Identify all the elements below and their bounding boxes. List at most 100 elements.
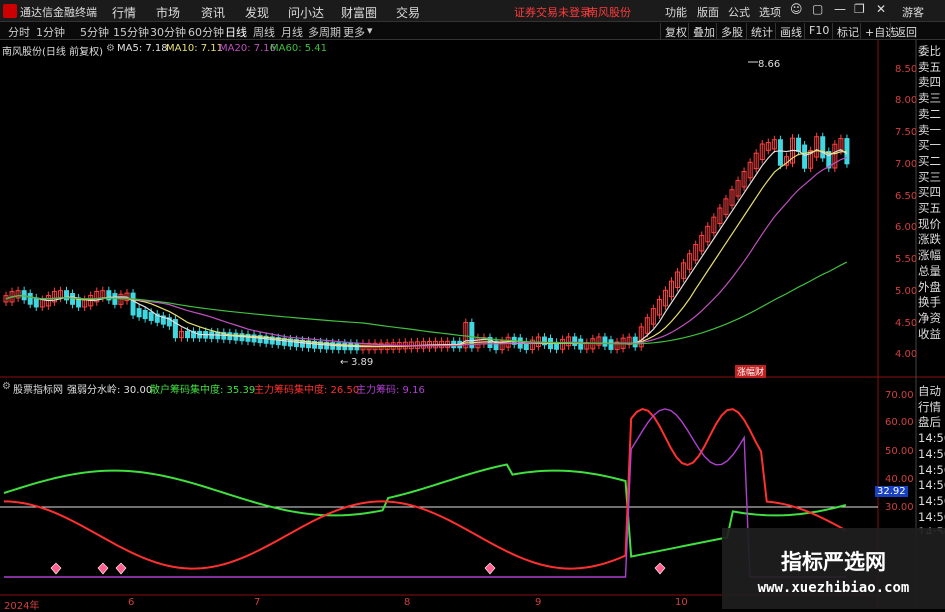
tick-row[interactable]: 14:50 — [918, 478, 945, 494]
signal-diamond-icon — [97, 562, 109, 575]
stats-button[interactable]: 统计 — [746, 23, 777, 39]
menu-jiaoyi[interactable]: 交易 — [396, 4, 420, 21]
more-dropdown-icon[interactable]: ▾ — [367, 24, 373, 37]
quote-row[interactable]: 买五 — [918, 201, 945, 217]
quote-row[interactable]: 买一 — [918, 138, 945, 154]
quote-row[interactable]: 涨幅 — [918, 248, 945, 264]
period-daily[interactable]: 日线 — [225, 24, 247, 40]
candle-body — [796, 137, 802, 152]
back-button[interactable]: 返回 — [890, 23, 921, 39]
menu-gongshi[interactable]: 公式 — [728, 4, 750, 20]
date-label: 9 — [535, 597, 542, 608]
quote-row[interactable]: 卖四 — [918, 75, 945, 91]
fullscreen-icon[interactable]: ▢ — [812, 2, 823, 16]
quote-row[interactable]: 净资 — [918, 311, 945, 327]
f10-button[interactable]: F10 — [804, 23, 833, 39]
period-monthly[interactable]: 月线 — [281, 24, 303, 40]
cursor-value-label: 32.92 — [875, 486, 908, 497]
tick-row[interactable]: 14:50 — [918, 431, 945, 447]
tick-row[interactable]: 盘后 — [918, 415, 945, 431]
quote-row[interactable]: 总量 — [918, 264, 945, 280]
quote-row[interactable]: 卖五 — [918, 60, 945, 76]
quote-row[interactable]: 换手 — [918, 295, 945, 311]
high-price-label: 8.66 — [758, 59, 781, 70]
indicator-tick: 30.00 — [885, 502, 914, 513]
quote-row[interactable]: 外盘 — [918, 280, 945, 296]
menu-zixun[interactable]: 资讯 — [201, 4, 225, 21]
quote-row[interactable]: 卖三 — [918, 91, 945, 107]
period-weekly[interactable]: 周线 — [253, 24, 275, 40]
chart-canvas[interactable] — [0, 40, 945, 609]
tick-row[interactable]: 行情 — [918, 400, 945, 416]
tick-row[interactable]: 14:50 — [918, 494, 945, 510]
indicator-tick: 60.00 — [885, 417, 914, 428]
tick-row[interactable]: 14:50 — [918, 447, 945, 463]
period-5min[interactable]: 5分钟 — [80, 24, 109, 40]
minimize-icon[interactable]: — — [834, 2, 846, 16]
candle-body — [239, 333, 245, 342]
menu-banmian[interactable]: 版面 — [697, 4, 719, 20]
restore-icon[interactable]: ❐ — [854, 2, 865, 16]
menu-wenxiaoda[interactable]: 问小达 — [288, 4, 324, 21]
period-1min[interactable]: 1分钟 — [36, 24, 65, 40]
candle-body — [33, 297, 39, 308]
title-bar: 通达信金融终端 行情 市场 资讯 发现 问小达 财富圈 交易 证券交易未登录 南… — [0, 0, 945, 22]
indicator-main-label: 主力筹码集中度: 26.50 — [254, 385, 360, 396]
tick-row[interactable]: 14:50 — [918, 463, 945, 479]
multi-stock-button[interactable]: 多股 — [716, 23, 747, 39]
menu-gongneng[interactable]: 功能 — [665, 4, 687, 20]
period-30min[interactable]: 30分钟 — [150, 24, 186, 40]
guest-label[interactable]: 游客 — [902, 4, 924, 20]
signal-diamond-icon — [115, 562, 127, 575]
candle-body — [148, 311, 154, 321]
quote-panel: 委比 卖五 卖四 卖三 卖二 卖一 买一 买二 买三 买四 买五 现价 涨跌 涨… — [918, 44, 945, 380]
mark-button[interactable]: 标记 — [832, 23, 863, 39]
app-name: 通达信金融终端 — [20, 6, 97, 19]
menu-caifuquan[interactable]: 财富圈 — [341, 4, 377, 21]
tick-panel: 自动 行情 盘后 14:50 14:50 14:50 14:50 14:50 1… — [918, 384, 945, 534]
login-warning[interactable]: 证券交易未登录 — [514, 4, 591, 20]
watermark-box: 指标严选网 www.xuezhibiao.com — [722, 528, 945, 609]
candle-body — [185, 330, 190, 339]
quote-row[interactable]: 收益 — [918, 327, 945, 343]
period-60min[interactable]: 60分钟 — [188, 24, 224, 40]
menu-xuanxiang[interactable]: 选项 — [759, 4, 781, 20]
quote-row[interactable]: 委比 — [918, 44, 945, 60]
candle-body — [21, 290, 27, 301]
low-price-label: 3.89 — [351, 357, 374, 368]
tick-row[interactable]: 自动 — [918, 384, 945, 400]
kline-chart[interactable] — [0, 40, 945, 609]
tick-row[interactable]: 14:50 — [918, 510, 945, 526]
candle-body — [64, 290, 69, 301]
period-15min[interactable]: 15分钟 — [113, 24, 149, 40]
event-badge[interactable]: 涨幅财 — [735, 365, 767, 378]
quote-row[interactable]: 买二 — [918, 154, 945, 170]
settings-gear-icon[interactable]: ⚙ — [106, 43, 115, 54]
price-tick: 4.00 — [895, 349, 918, 360]
quote-row[interactable]: 买四 — [918, 185, 945, 201]
candle-body — [578, 338, 584, 350]
menu-shichang[interactable]: 市场 — [156, 4, 180, 21]
quote-row[interactable]: 卖二 — [918, 107, 945, 123]
period-multi[interactable]: 多周期 — [308, 24, 341, 40]
menu-faxian[interactable]: 发现 — [245, 4, 269, 21]
period-fenshi[interactable]: 分时 — [8, 24, 30, 40]
menu-hangqing[interactable]: 行情 — [112, 4, 136, 21]
app-logo-icon — [3, 4, 17, 18]
draw-button[interactable]: 画线 — [775, 23, 806, 39]
quote-row[interactable]: 现价 — [918, 217, 945, 233]
period-more[interactable]: 更多 — [343, 24, 365, 40]
price-tick: 8.50 — [895, 64, 918, 75]
quote-row[interactable]: 买三 — [918, 170, 945, 186]
overlay-button[interactable]: 叠加 — [688, 23, 719, 39]
indicator-gear-icon[interactable]: ⚙ — [2, 381, 11, 392]
quote-row[interactable]: 涨跌 — [918, 232, 945, 248]
candle-body — [136, 308, 142, 318]
fuquan-button[interactable]: 复权 — [660, 23, 691, 39]
candle-body — [802, 144, 808, 169]
date-label: 8 — [404, 597, 411, 608]
quote-row[interactable]: 卖一 — [918, 123, 945, 139]
candle-body — [820, 136, 826, 159]
user-icon[interactable]: ☺ — [790, 2, 803, 16]
close-icon[interactable]: ✕ — [876, 2, 886, 16]
